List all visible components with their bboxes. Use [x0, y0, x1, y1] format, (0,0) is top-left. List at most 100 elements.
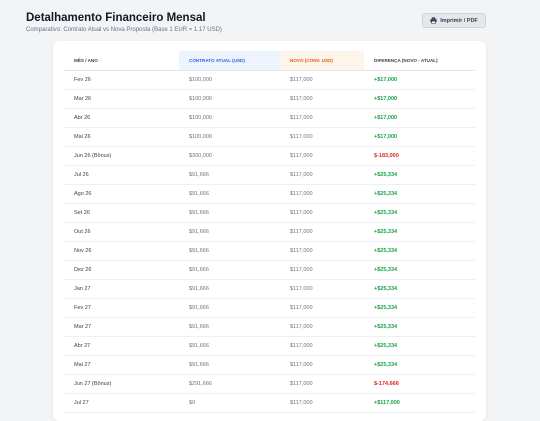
- table-row: Dez 26 $91,666 $117,000 +$25,334: [64, 260, 475, 280]
- current-contract-cell: $91,666: [179, 317, 280, 337]
- difference-cell: +$25,334: [364, 203, 475, 223]
- difference-cell: +$25,334: [364, 298, 475, 318]
- difference-cell: +$25,334: [364, 165, 475, 185]
- month-cell: Jun 26 (Bônus): [64, 146, 179, 166]
- month-cell: Jan 27: [64, 279, 179, 299]
- current-contract-cell: $91,666: [179, 355, 280, 375]
- current-contract-cell: $91,666: [179, 279, 280, 299]
- difference-cell: +$25,334: [364, 184, 475, 204]
- table-header-row: Mês / Ano Contrato Atual (USD) Novo (Con…: [64, 51, 475, 71]
- current-contract-cell: $100,000: [179, 108, 280, 128]
- current-contract-cell: $291,666: [179, 374, 280, 394]
- month-cell: Abr 26: [64, 108, 179, 128]
- month-cell: Abr 27: [64, 336, 179, 356]
- column-header-current-contract: Contrato Atual (USD): [179, 51, 280, 71]
- financial-table: Mês / Ano Contrato Atual (USD) Novo (Con…: [64, 51, 475, 413]
- new-proposal-cell: $117,000: [280, 393, 364, 413]
- table-row: Nov 26 $91,666 $117,000 +$25,334: [64, 241, 475, 261]
- month-cell: Fev 27: [64, 298, 179, 318]
- month-cell: Mai 27: [64, 355, 179, 375]
- new-proposal-cell: $117,000: [280, 317, 364, 337]
- month-cell: Jul 26: [64, 165, 179, 185]
- difference-cell: $-183,000: [364, 146, 475, 166]
- current-contract-cell: $91,666: [179, 203, 280, 223]
- month-cell: Set 26: [64, 203, 179, 223]
- page-header: Detalhamento Financeiro Mensal Comparati…: [26, 10, 222, 33]
- new-proposal-cell: $117,000: [280, 184, 364, 204]
- current-contract-cell: $91,666: [179, 241, 280, 261]
- table-row: Jun 27 (Bônus) $291,666 $117,000 $-174,666: [64, 374, 475, 394]
- table-row: Jul 26 $91,666 $117,000 +$25,334: [64, 165, 475, 185]
- column-header-difference: Diferença (Novo - Atual): [364, 51, 475, 71]
- difference-cell: +$25,334: [364, 241, 475, 261]
- financial-table-card: Mês / Ano Contrato Atual (USD) Novo (Con…: [53, 41, 486, 421]
- table-row: Abr 26 $100,000 $117,000 +$17,000: [64, 108, 475, 128]
- new-proposal-cell: $117,000: [280, 374, 364, 394]
- difference-cell: +$17,000: [364, 108, 475, 128]
- new-proposal-cell: $117,000: [280, 146, 364, 166]
- current-contract-cell: $91,666: [179, 165, 280, 185]
- new-proposal-cell: $117,000: [280, 89, 364, 109]
- month-cell: Mar 26: [64, 89, 179, 109]
- difference-cell: +$25,334: [364, 336, 475, 356]
- table-body: Fev 26 $100,000 $117,000 +$17,000 Mar 26 $100…: [64, 70, 475, 413]
- current-contract-cell: $300,000: [179, 146, 280, 166]
- new-proposal-cell: $117,000: [280, 241, 364, 261]
- new-proposal-cell: $117,000: [280, 355, 364, 375]
- table-row: Ago 26 $91,666 $117,000 +$25,334: [64, 184, 475, 204]
- month-cell: Out 26: [64, 222, 179, 242]
- month-cell: Fev 26: [64, 70, 179, 90]
- current-contract-cell: $91,666: [179, 222, 280, 242]
- column-header-new-proposal: Novo (Conv. USD): [280, 51, 364, 71]
- print-button-label: Imprimir / PDF: [440, 17, 478, 24]
- table-row: Jun 26 (Bônus) $300,000 $117,000 $-183,000: [64, 146, 475, 166]
- new-proposal-cell: $117,000: [280, 260, 364, 280]
- table-row: Mar 27 $91,666 $117,000 +$25,334: [64, 317, 475, 337]
- month-cell: Mar 27: [64, 317, 179, 337]
- month-cell: Mai 26: [64, 127, 179, 147]
- difference-cell: +$25,334: [364, 279, 475, 299]
- difference-cell: +$25,334: [364, 317, 475, 337]
- difference-cell: +$17,000: [364, 127, 475, 147]
- new-proposal-cell: $117,000: [280, 336, 364, 356]
- table-row: Fev 26 $100,000 $117,000 +$17,000: [64, 70, 475, 90]
- current-contract-cell: $91,666: [179, 298, 280, 318]
- month-cell: Nov 26: [64, 241, 179, 261]
- print-pdf-button[interactable]: Imprimir / PDF: [422, 13, 486, 28]
- difference-cell: +$25,334: [364, 260, 475, 280]
- month-cell: Dez 26: [64, 260, 179, 280]
- new-proposal-cell: $117,000: [280, 127, 364, 147]
- table-row: Set 26 $91,666 $117,000 +$25,334: [64, 203, 475, 223]
- printer-icon: [430, 17, 437, 24]
- new-proposal-cell: $117,000: [280, 108, 364, 128]
- new-proposal-cell: $117,000: [280, 203, 364, 223]
- current-contract-cell: $100,000: [179, 70, 280, 90]
- difference-cell: +$117,000: [364, 393, 475, 413]
- difference-cell: +$17,000: [364, 89, 475, 109]
- month-cell: Jun 27 (Bônus): [64, 374, 179, 394]
- current-contract-cell: $91,666: [179, 260, 280, 280]
- current-contract-cell: $91,666: [179, 184, 280, 204]
- table-row: Jul 27 $0 $117,000 +$117,000: [64, 393, 475, 413]
- difference-cell: $-174,666: [364, 374, 475, 394]
- table-row: Mai 26 $100,000 $117,000 +$17,000: [64, 127, 475, 147]
- current-contract-cell: $91,666: [179, 336, 280, 356]
- new-proposal-cell: $117,000: [280, 222, 364, 242]
- difference-cell: +$25,334: [364, 222, 475, 242]
- difference-cell: +$17,000: [364, 70, 475, 90]
- current-contract-cell: $100,000: [179, 127, 280, 147]
- new-proposal-cell: $117,000: [280, 165, 364, 185]
- current-contract-cell: $100,000: [179, 89, 280, 109]
- month-cell: Jul 27: [64, 393, 179, 413]
- new-proposal-cell: $117,000: [280, 70, 364, 90]
- current-contract-cell: $0: [179, 393, 280, 413]
- table-row: Mai 27 $91,666 $117,000 +$25,334: [64, 355, 475, 375]
- table-row: Fev 27 $91,666 $117,000 +$25,334: [64, 298, 475, 318]
- table-row: Jan 27 $91,666 $117,000 +$25,334: [64, 279, 475, 299]
- table-row: Out 26 $91,666 $117,000 +$25,334: [64, 222, 475, 242]
- table-row: Mar 26 $100,000 $117,000 +$17,000: [64, 89, 475, 109]
- difference-cell: +$25,334: [364, 355, 475, 375]
- table-row: Abr 27 $91,666 $117,000 +$25,334: [64, 336, 475, 356]
- month-cell: Ago 26: [64, 184, 179, 204]
- new-proposal-cell: $117,000: [280, 279, 364, 299]
